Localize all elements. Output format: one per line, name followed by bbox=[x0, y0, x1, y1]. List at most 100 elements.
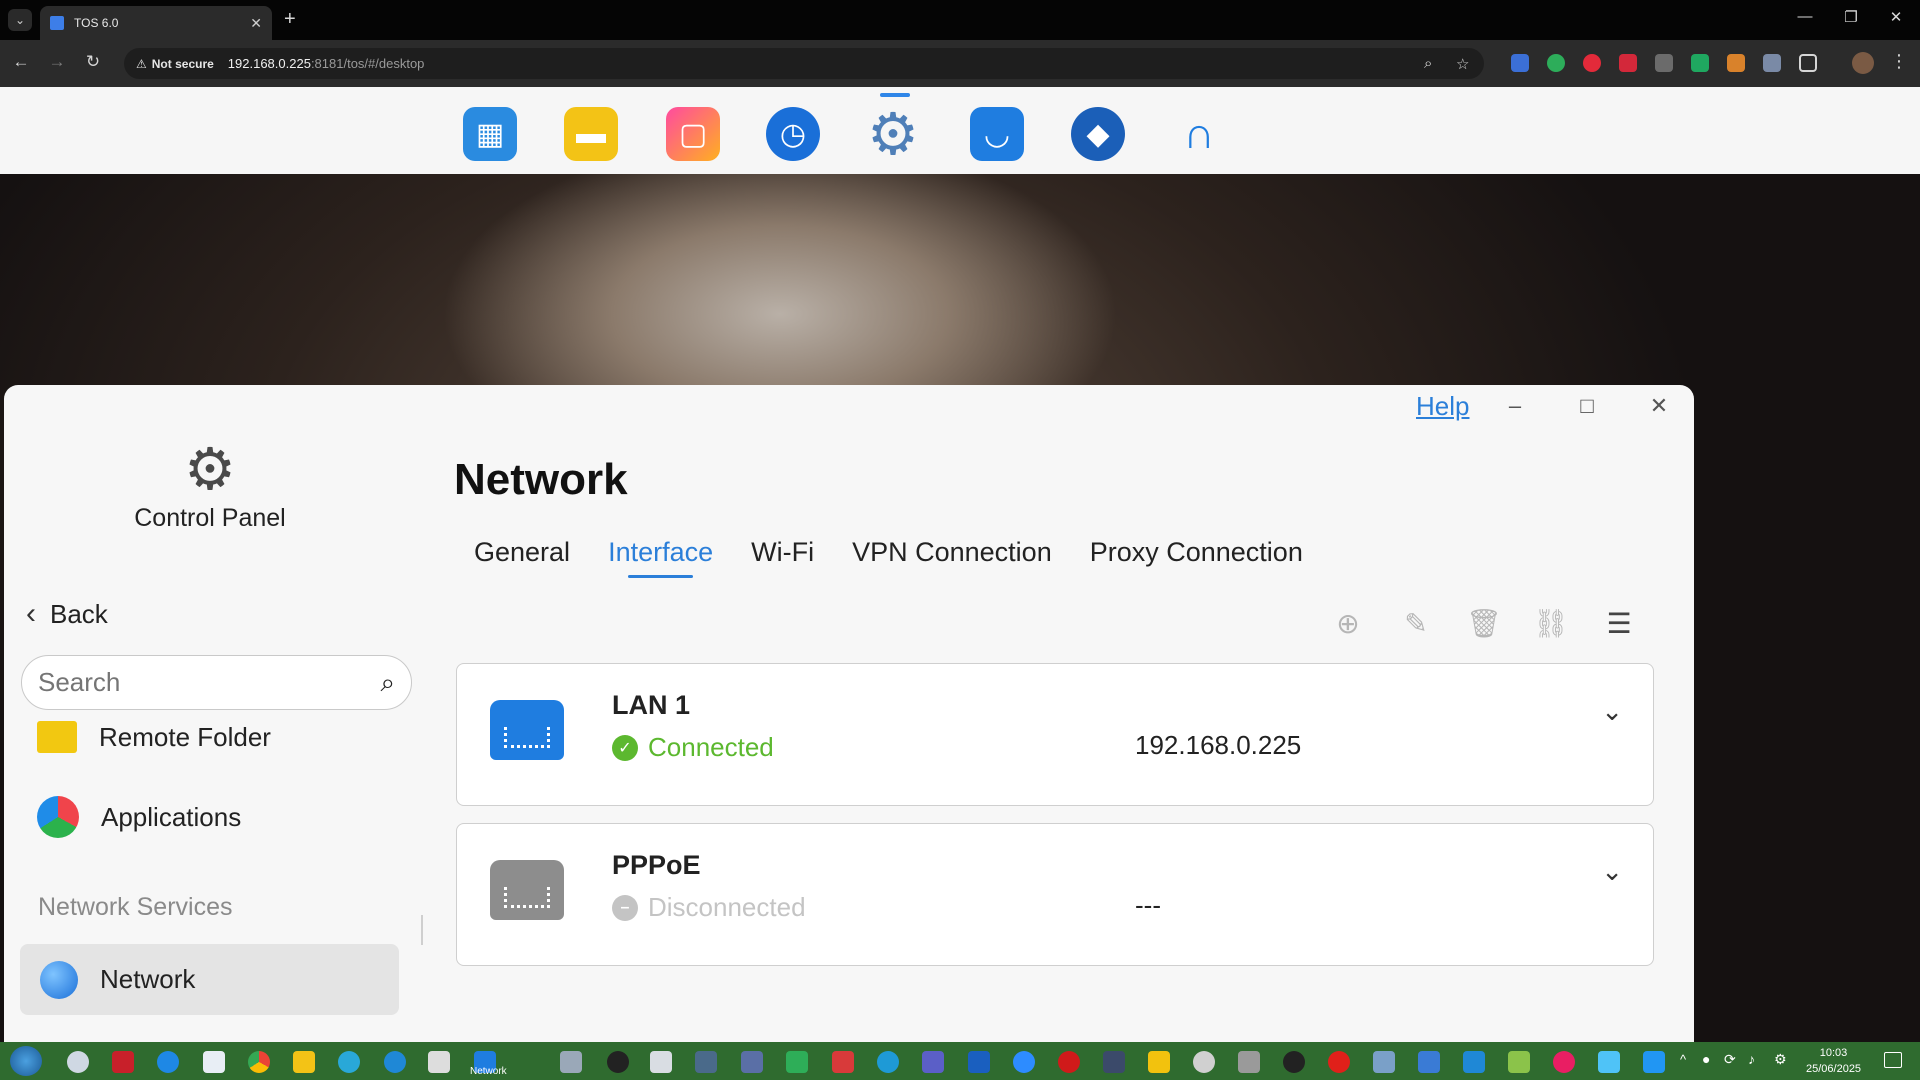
tab-proxy-connection[interactable]: Proxy Connection bbox=[1090, 537, 1303, 578]
support-headset-icon[interactable]: ∩ bbox=[1172, 107, 1226, 161]
sort-icon[interactable]: ☰ bbox=[1602, 607, 1636, 640]
app-icon[interactable] bbox=[1553, 1051, 1575, 1073]
not-secure-label[interactable]: Not secure bbox=[152, 57, 214, 71]
settings-app-icon[interactable] bbox=[67, 1051, 89, 1073]
teams-icon[interactable] bbox=[922, 1051, 944, 1073]
window-minimize-icon[interactable]: – bbox=[1500, 393, 1530, 419]
tab-interface[interactable]: Interface bbox=[608, 537, 713, 578]
grammarly-extension-icon[interactable] bbox=[1547, 54, 1565, 72]
chrome-icon[interactable] bbox=[248, 1051, 270, 1073]
app-icon[interactable] bbox=[695, 1051, 717, 1073]
link-icon[interactable]: ⛓ bbox=[1533, 607, 1569, 640]
profile-avatar[interactable] bbox=[1852, 52, 1874, 74]
forward-arrow-icon[interactable]: → bbox=[46, 52, 68, 72]
microphone-icon[interactable] bbox=[1238, 1051, 1260, 1073]
browser-minimize-icon[interactable]: — bbox=[1795, 8, 1815, 25]
app-icon[interactable] bbox=[1193, 1051, 1215, 1073]
sidebar-item-remote-folder[interactable]: Remote Folder bbox=[37, 721, 271, 753]
window-close-icon[interactable]: ✕ bbox=[1644, 393, 1674, 419]
browser-menu-icon[interactable]: ⋮ bbox=[1890, 51, 1908, 72]
tab-general[interactable]: General bbox=[474, 537, 570, 578]
app-icon[interactable] bbox=[1283, 1051, 1305, 1073]
app-icon[interactable] bbox=[338, 1051, 360, 1073]
new-tab-plus-icon[interactable]: + bbox=[284, 8, 296, 31]
opera-icon[interactable] bbox=[1328, 1051, 1350, 1073]
tab-vpn-connection[interactable]: VPN Connection bbox=[852, 537, 1052, 578]
app-icon[interactable] bbox=[832, 1051, 854, 1073]
antivirus-app-icon[interactable] bbox=[112, 1051, 134, 1073]
app-icon[interactable] bbox=[1643, 1051, 1665, 1073]
app-icon[interactable] bbox=[1463, 1051, 1485, 1073]
control-panel-gear-icon[interactable]: ⚙ bbox=[866, 102, 920, 167]
sidebar-search[interactable]: ⌕ bbox=[21, 655, 412, 710]
app-icon[interactable] bbox=[384, 1051, 406, 1073]
app-icon[interactable] bbox=[203, 1051, 225, 1073]
interface-card-pppoe[interactable]: PPPoE – Disconnected --- ⌄ bbox=[456, 823, 1654, 966]
tab-wifi[interactable]: Wi-Fi bbox=[751, 537, 814, 578]
sidebar-item-applications[interactable]: Applications bbox=[37, 796, 241, 838]
chevron-down-icon[interactable]: ⌄ bbox=[1601, 696, 1623, 727]
help-link[interactable]: Help bbox=[1416, 391, 1469, 422]
tray-microphone-icon[interactable]: ● bbox=[1702, 1051, 1710, 1067]
app-icon[interactable] bbox=[741, 1051, 763, 1073]
tos-apps-icon[interactable]: ▦ bbox=[463, 107, 517, 161]
app-icon[interactable] bbox=[1373, 1051, 1395, 1073]
zoom-icon[interactable]: ⌕ bbox=[1424, 55, 1432, 72]
tray-chevron-up-icon[interactable]: ^ bbox=[1680, 1052, 1686, 1067]
browser-restore-icon[interactable]: ❐ bbox=[1841, 8, 1861, 26]
extension-icon[interactable] bbox=[1727, 54, 1745, 72]
sidebar-item-network[interactable]: Network bbox=[20, 944, 399, 1015]
interface-card-lan1[interactable]: LAN 1 ✓ Connected 192.168.0.225 ⌄ bbox=[456, 663, 1654, 806]
plex-icon[interactable] bbox=[1148, 1051, 1170, 1073]
zoom-app-icon[interactable] bbox=[1013, 1051, 1035, 1073]
app-icon[interactable] bbox=[968, 1051, 990, 1073]
notification-icon[interactable] bbox=[1884, 1052, 1902, 1068]
extension-icon[interactable] bbox=[1691, 54, 1709, 72]
add-icon[interactable]: ⊕ bbox=[1331, 607, 1365, 640]
app-center-bag-icon[interactable]: ◡ bbox=[970, 107, 1024, 161]
back-arrow-icon[interactable]: ← bbox=[10, 52, 32, 72]
recorder-icon[interactable] bbox=[1058, 1051, 1080, 1073]
extension-icon[interactable] bbox=[1763, 54, 1781, 72]
app-icon[interactable] bbox=[428, 1051, 450, 1073]
back-button[interactable]: ‹ Back bbox=[26, 597, 108, 631]
file-explorer-icon[interactable] bbox=[293, 1051, 315, 1073]
docker-icon[interactable]: ◆ bbox=[1071, 107, 1125, 161]
app-icon[interactable] bbox=[157, 1051, 179, 1073]
file-manager-icon[interactable]: ▬ bbox=[564, 107, 618, 161]
reload-icon[interactable]: ↻ bbox=[82, 52, 104, 72]
app-icon[interactable] bbox=[1508, 1051, 1530, 1073]
extensions-puzzle-icon[interactable] bbox=[1799, 54, 1817, 72]
tab-search-chevron-icon[interactable]: ⌄ bbox=[8, 9, 32, 31]
download-extension-icon[interactable] bbox=[1655, 54, 1673, 72]
search-input[interactable] bbox=[38, 667, 381, 698]
app-icon[interactable] bbox=[1598, 1051, 1620, 1073]
browser-tab[interactable]: TOS 6.0 ✕ bbox=[40, 6, 272, 40]
edit-icon[interactable]: ✎ bbox=[1399, 607, 1433, 640]
taskbar-clock[interactable]: 10:03 25/06/2025 bbox=[1806, 1045, 1861, 1077]
sidebar-splitter[interactable] bbox=[421, 915, 423, 945]
tray-settings-icon[interactable]: ⚙ bbox=[1774, 1051, 1787, 1068]
adblock-extension-icon[interactable] bbox=[1619, 54, 1637, 72]
delete-icon[interactable]: 🗑 bbox=[1466, 607, 1502, 640]
extension-icon[interactable] bbox=[1511, 54, 1529, 72]
backup-clock-icon[interactable]: ◷ bbox=[766, 107, 820, 161]
app-icon[interactable] bbox=[607, 1051, 629, 1073]
calculator-icon[interactable] bbox=[1418, 1051, 1440, 1073]
chevron-down-icon[interactable]: ⌄ bbox=[1601, 856, 1623, 887]
app-icon[interactable] bbox=[877, 1051, 899, 1073]
url-omnibox[interactable]: ⚠ Not secure 192.168.0.225:8181/tos/#/de… bbox=[124, 48, 1484, 79]
start-button-icon[interactable] bbox=[10, 1046, 42, 1076]
tray-volume-icon[interactable]: ♪ bbox=[1748, 1051, 1755, 1067]
bookmark-star-icon[interactable]: ☆ bbox=[1456, 55, 1469, 73]
app-icon[interactable] bbox=[786, 1051, 808, 1073]
app-icon[interactable] bbox=[1103, 1051, 1125, 1073]
app-icon[interactable] bbox=[560, 1051, 582, 1073]
extension-icon[interactable] bbox=[1583, 54, 1601, 72]
app-icon[interactable] bbox=[650, 1051, 672, 1073]
picture-icon[interactable]: ▢ bbox=[666, 107, 720, 161]
browser-close-icon[interactable]: ✕ bbox=[1886, 8, 1906, 26]
search-icon[interactable]: ⌕ bbox=[380, 667, 395, 699]
tray-network-icon[interactable]: ⟳ bbox=[1724, 1051, 1736, 1068]
window-maximize-icon[interactable]: □ bbox=[1572, 393, 1602, 419]
